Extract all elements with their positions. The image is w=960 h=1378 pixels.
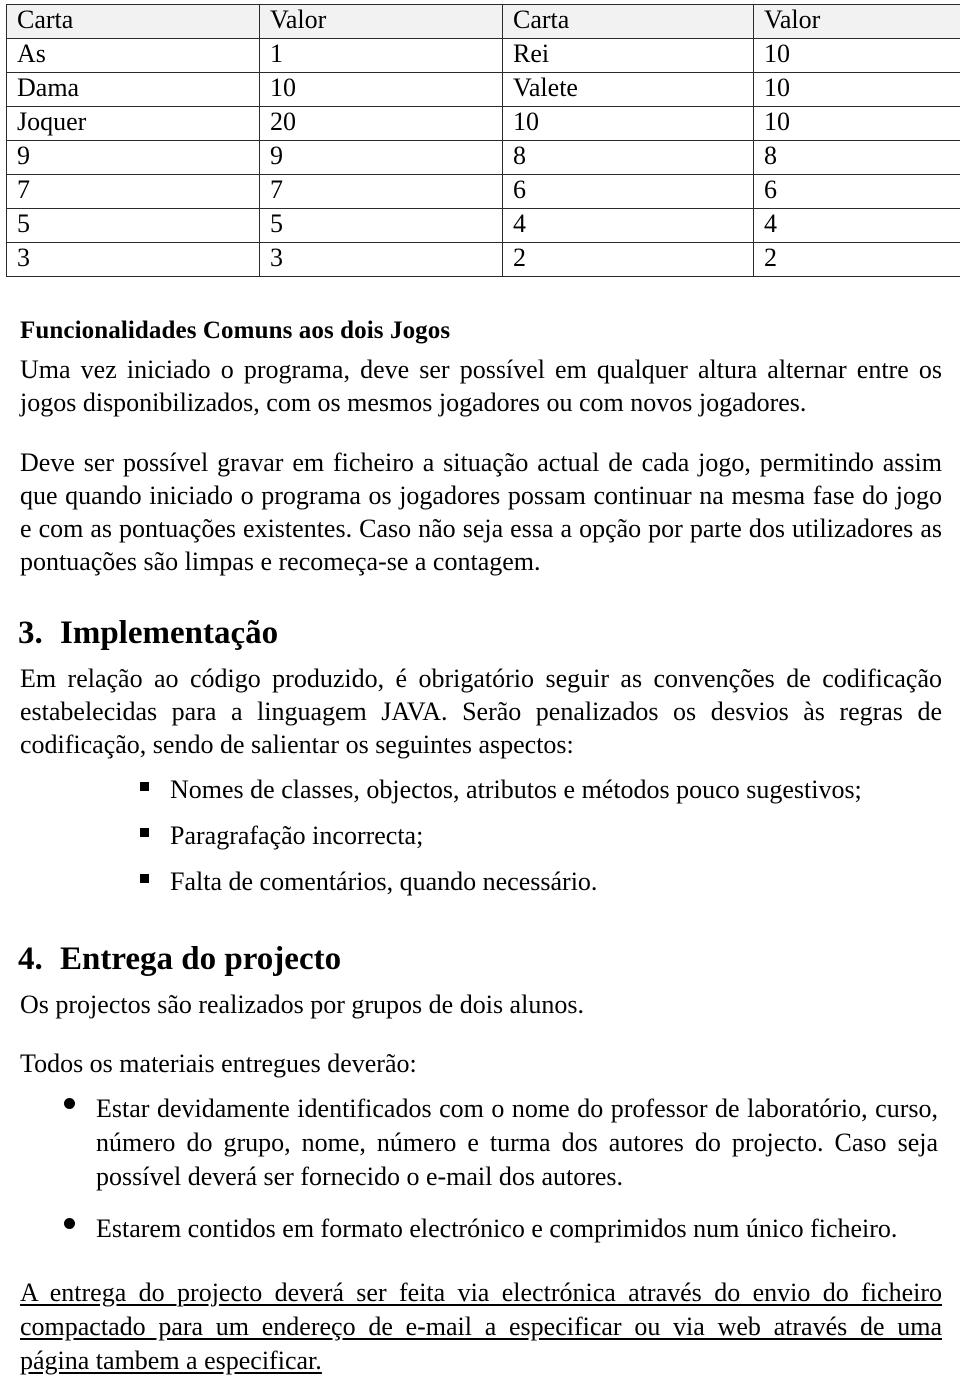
table-row: As 1 Rei 10 <box>7 39 960 73</box>
common-features-paragraph-2: Deve ser possível gravar em ficheiro a s… <box>20 446 942 579</box>
list-item-label: Falta de comentários, quando necessário. <box>170 867 597 896</box>
list-item: Nomes de classes, objectos, atributos e … <box>170 773 942 807</box>
square-bullet-icon <box>140 828 149 837</box>
table-cell: As <box>7 39 260 73</box>
table-cell: 7 <box>260 175 503 209</box>
table-header-row: Carta Valor Carta Valor <box>7 5 960 39</box>
table-cell: 5 <box>7 209 260 243</box>
footer-line: A entrega do projecto deverá ser feita v… <box>20 1276 942 1310</box>
table-row: Dama 10 Valete 10 <box>7 73 960 107</box>
list-item: Estar devidamente identificados com o no… <box>96 1092 938 1193</box>
table-cell: Joquer <box>7 107 260 141</box>
square-bullet-icon <box>140 782 149 791</box>
table-cell: 20 <box>260 107 503 141</box>
table-cell: 10 <box>754 73 960 107</box>
table-cell: 9 <box>7 141 260 175</box>
table-row: 3 3 2 2 <box>7 243 960 277</box>
table-cell: Valete <box>503 73 754 107</box>
table-body: Carta Valor Carta Valor As 1 Rei 10 Dama… <box>7 5 960 277</box>
table-cell: 7 <box>7 175 260 209</box>
table-cell: 1 <box>260 39 503 73</box>
section-3-bullet-list: Nomes de classes, objectos, atributos e … <box>0 773 960 898</box>
list-item: Estarem contidos em formato electrónico … <box>96 1212 938 1246</box>
section-3-heading: 3. Implementação <box>18 615 960 652</box>
table-cell: 2 <box>503 243 754 277</box>
square-bullet-icon <box>140 874 149 883</box>
table-cell: 5 <box>260 209 503 243</box>
table-header-cell: Carta <box>503 5 754 39</box>
section-4-heading: 4. Entrega do projecto <box>18 941 960 978</box>
section-3-number: 3. <box>18 615 60 652</box>
table-cell: 4 <box>754 209 960 243</box>
table-header-cell: Carta <box>7 5 260 39</box>
table-cell: 6 <box>503 175 754 209</box>
list-item-label: Paragrafação incorrecta; <box>170 821 423 850</box>
section-4-footer-note: A entrega do projecto deverá ser feita v… <box>20 1276 942 1378</box>
table-cell: 4 <box>503 209 754 243</box>
table-cell: 10 <box>754 39 960 73</box>
list-item-label: Estar devidamente identificados com o no… <box>96 1094 938 1191</box>
card-values-table: Carta Valor Carta Valor As 1 Rei 10 Dama… <box>6 4 960 277</box>
section-4-title: Entrega do projecto <box>60 941 341 978</box>
table-cell: 2 <box>754 243 960 277</box>
section-3-title: Implementação <box>60 615 278 652</box>
section-3-paragraph: Em relação ao código produzido, é obriga… <box>20 662 942 762</box>
round-bullet-icon <box>64 1098 75 1109</box>
table-cell: 3 <box>260 243 503 277</box>
table-header-cell: Valor <box>260 5 503 39</box>
table-cell: 10 <box>260 73 503 107</box>
table-cell: 9 <box>260 141 503 175</box>
table-cell: 6 <box>754 175 960 209</box>
list-item-label: Nomes de classes, objectos, atributos e … <box>170 775 862 804</box>
footer-line: página tambem a especificar. <box>20 1344 942 1378</box>
table-cell: Dama <box>7 73 260 107</box>
table-cell: 8 <box>754 141 960 175</box>
section-4-paragraph-2: Todos os materiais entregues deverão: <box>20 1047 942 1080</box>
table-cell: 3 <box>7 243 260 277</box>
table-row: 9 9 8 8 <box>7 141 960 175</box>
table-header-cell: Valor <box>754 5 960 39</box>
section-4-bullet-list: Estar devidamente identificados com o no… <box>0 1092 960 1245</box>
footer-line: compactado para um endereço de e-mail a … <box>20 1310 942 1344</box>
common-features-paragraph-1: Uma vez iniciado o programa, deve ser po… <box>20 353 942 420</box>
table-cell: Rei <box>503 39 754 73</box>
section-4-paragraph-1: Os projectos são realizados por grupos d… <box>20 988 942 1021</box>
section-4-number: 4. <box>18 941 60 978</box>
table-row: 5 5 4 4 <box>7 209 960 243</box>
list-item: Falta de comentários, quando necessário. <box>170 865 942 899</box>
table-row: 7 7 6 6 <box>7 175 960 209</box>
table-cell: 10 <box>754 107 960 141</box>
table-cell: 10 <box>503 107 754 141</box>
common-features-heading: Funcionalidades Comuns aos dois Jogos <box>20 317 960 345</box>
list-item: Paragrafação incorrecta; <box>170 819 942 853</box>
table-cell: 8 <box>503 141 754 175</box>
document-page: Carta Valor Carta Valor As 1 Rei 10 Dama… <box>0 4 960 1337</box>
round-bullet-icon <box>64 1218 75 1229</box>
list-item-label: Estarem contidos em formato electrónico … <box>96 1214 897 1243</box>
table-row: Joquer 20 10 10 <box>7 107 960 141</box>
